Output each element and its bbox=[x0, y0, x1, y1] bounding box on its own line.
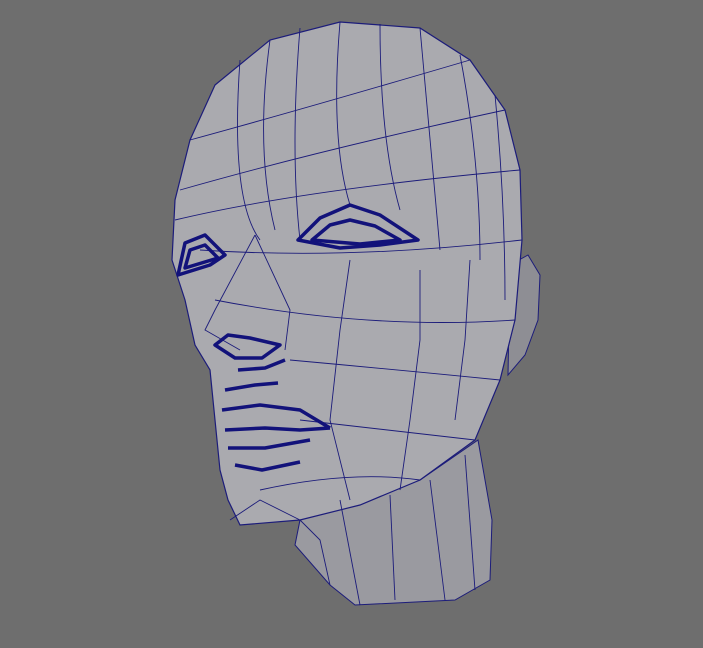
lower-lip-1 bbox=[224, 426, 331, 432]
3d-viewport[interactable] bbox=[0, 0, 703, 643]
head-mesh[interactable] bbox=[0, 0, 703, 643]
